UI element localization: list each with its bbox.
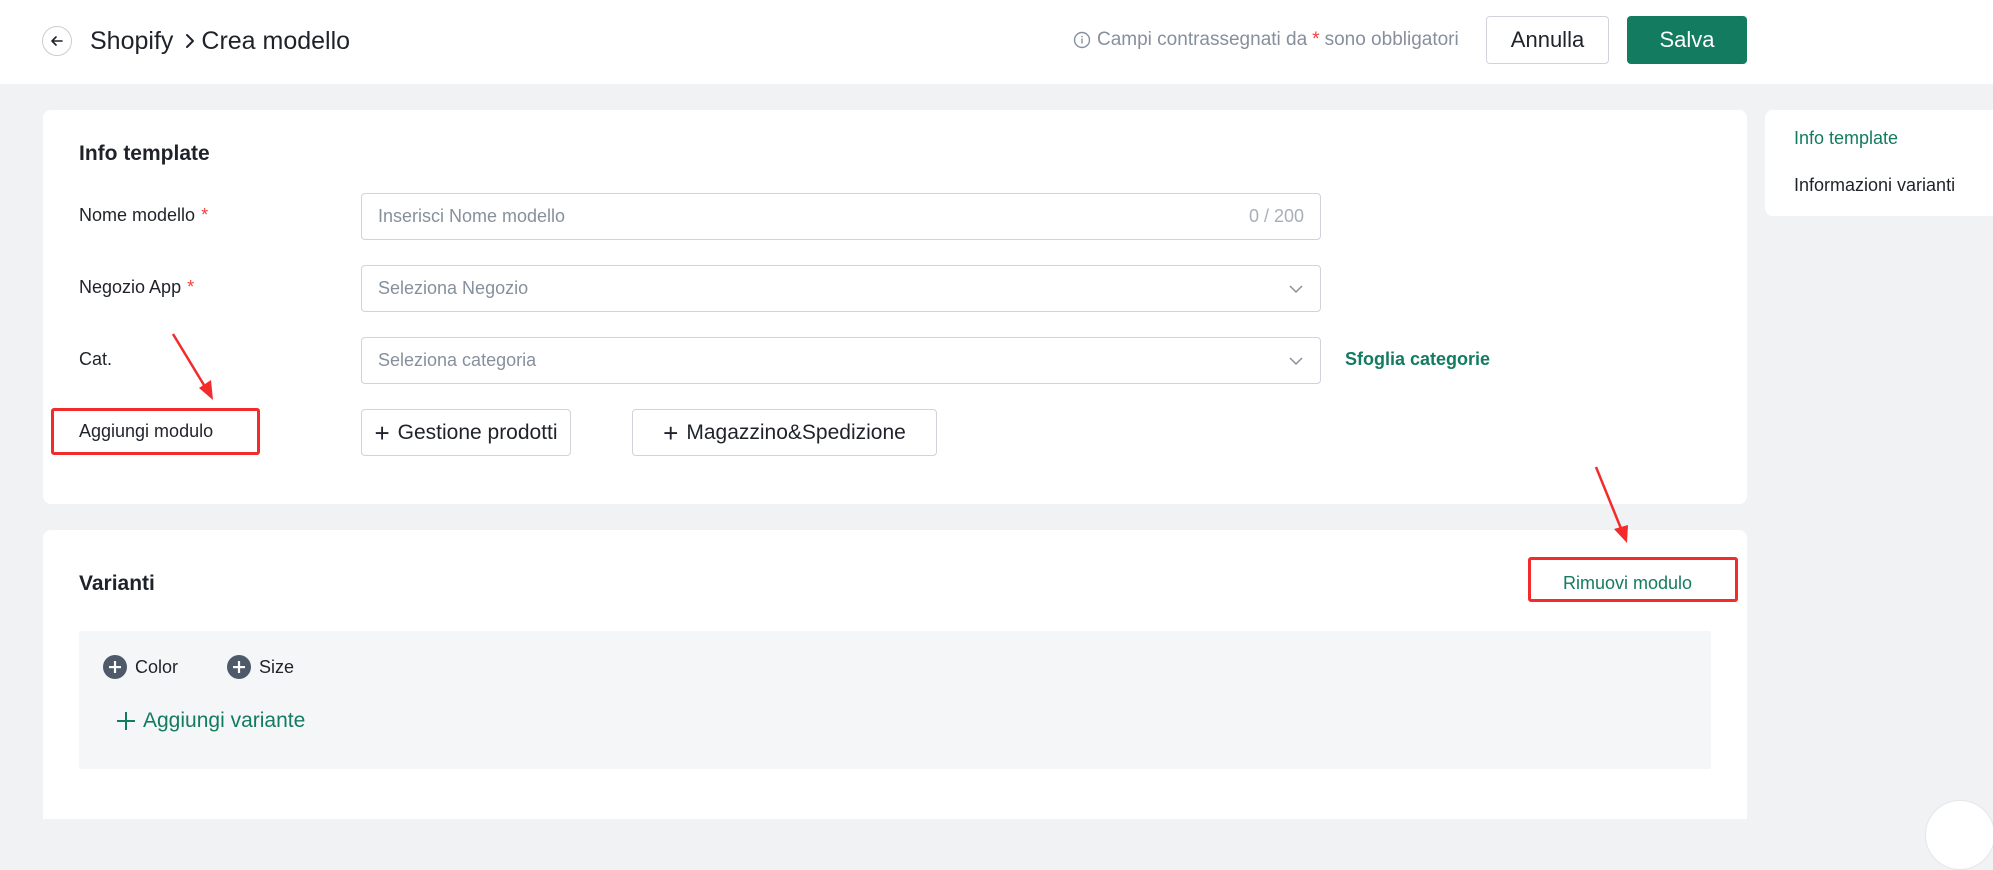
store-placeholder: Seleziona Negozio <box>378 278 529 298</box>
breadcrumb-root[interactable]: Shopify <box>90 27 173 56</box>
section-nav-item-variants[interactable]: Informazioni varianti <box>1794 175 1955 196</box>
chevron-down-icon <box>1288 284 1304 294</box>
store-field-label: Negozio App * <box>79 277 194 298</box>
section-title-variants: Varianti <box>79 572 155 595</box>
variant-option-label: Color <box>135 656 179 677</box>
variant-option-color[interactable]: Color <box>103 655 178 679</box>
floating-action-button[interactable] <box>1925 800 1993 870</box>
chevron-down-icon <box>1288 356 1304 366</box>
info-icon <box>1073 31 1091 49</box>
plus-icon <box>117 712 135 730</box>
info-template-card: Info template Nome modello * Inserisci No… <box>43 110 1747 504</box>
module-label: Gestione prodotti <box>397 420 558 444</box>
plus-icon: + <box>374 417 390 448</box>
plus-icon: + <box>663 417 679 448</box>
required-fields-hint: Campi contrassegnati da * sono obbligato… <box>1073 27 1459 53</box>
cancel-button[interactable]: Annulla <box>1486 16 1609 64</box>
breadcrumb: Shopify Crea modello <box>90 22 350 60</box>
variants-card: Varianti Rimuovi modulo Color Size Aggiu… <box>43 530 1747 819</box>
add-product-management-button[interactable]: + Gestione prodotti <box>361 409 571 456</box>
save-button[interactable]: Salva <box>1627 16 1747 64</box>
add-variant-label: Aggiungi variante <box>143 709 306 732</box>
variant-option-size[interactable]: Size <box>227 655 294 679</box>
annotation-highlight-remove-module <box>1528 557 1738 602</box>
category-placeholder: Seleziona categoria <box>378 350 537 370</box>
template-name-placeholder: Inserisci Nome modello <box>378 206 566 226</box>
module-label: Magazzino&Spedizione <box>686 420 906 444</box>
section-nav-item-info-template[interactable]: Info template <box>1794 128 1898 149</box>
store-label-text: Negozio App <box>79 277 182 297</box>
browse-categories-link[interactable]: Sfoglia categorie <box>1345 349 1490 370</box>
back-button[interactable] <box>42 26 72 56</box>
section-nav: Info template Informazioni varianti <box>1765 110 1993 216</box>
hint-suffix: sono obbligatori <box>1324 29 1459 50</box>
hint-prefix: Campi contrassegnati da <box>1097 29 1308 50</box>
page-title: Crea modello <box>201 26 351 55</box>
arrow-left-icon <box>49 33 65 49</box>
name-field-label: Nome modello * <box>79 205 208 226</box>
chevron-right-icon <box>183 32 197 50</box>
required-star: * <box>1312 29 1320 50</box>
template-name-input[interactable]: Inserisci Nome modello 0 / 200 <box>361 193 1321 240</box>
store-select[interactable]: Seleziona Negozio <box>361 265 1321 312</box>
add-warehouse-shipping-button[interactable]: + Magazzino&Spedizione <box>632 409 937 456</box>
variant-option-label: Size <box>259 656 295 677</box>
variant-options-panel: Color Size Aggiungi variante <box>79 631 1711 769</box>
plus-circle-icon <box>227 655 251 679</box>
required-star: * <box>187 277 195 297</box>
name-label-text: Nome modello <box>79 205 196 225</box>
plus-circle-icon <box>103 655 127 679</box>
char-counter: 0 / 200 <box>1248 206 1304 226</box>
annotation-arrow-icon <box>171 333 213 400</box>
category-field-label: Cat. <box>79 349 113 369</box>
annotation-arrow-icon <box>1594 466 1628 543</box>
required-star: * <box>201 205 209 225</box>
section-title-info: Info template <box>79 142 210 165</box>
category-select[interactable]: Seleziona categoria <box>361 337 1321 384</box>
top-bar: Shopify Crea modello Campi contrassegnat… <box>0 0 1993 84</box>
annotation-highlight-add-module <box>51 408 260 455</box>
add-variant-button[interactable]: Aggiungi variante <box>117 709 305 733</box>
